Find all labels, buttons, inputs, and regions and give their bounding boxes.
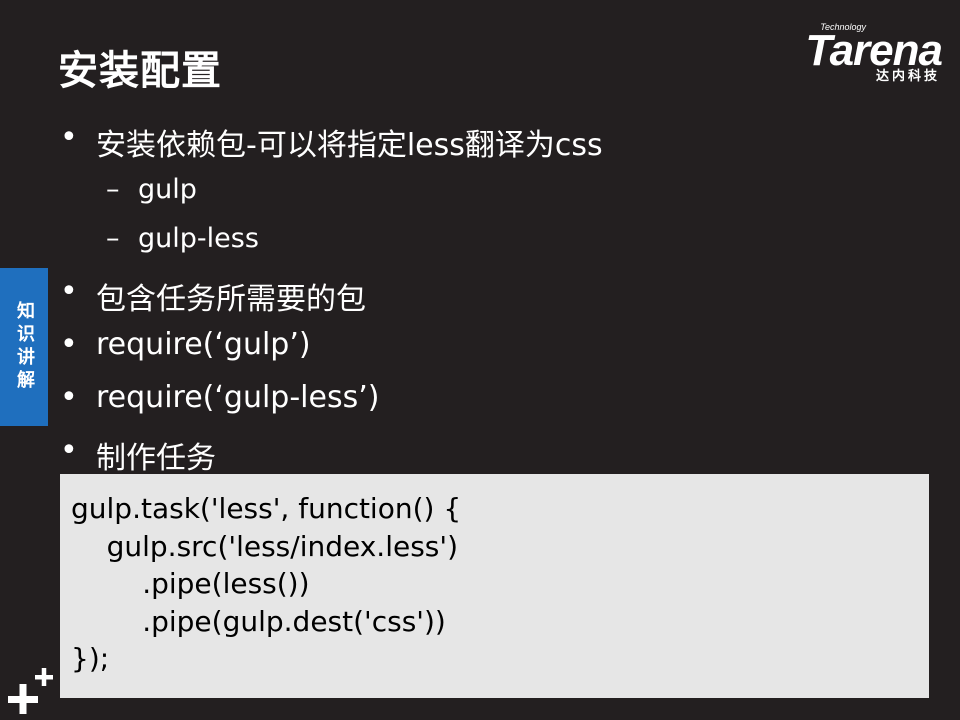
plus-plus-icon bbox=[8, 668, 53, 714]
bullet-text: 包含任务所需要的包 bbox=[96, 282, 366, 317]
slide-title: 安装配置 bbox=[58, 48, 222, 94]
bullet-text: 制作任务 bbox=[96, 441, 216, 476]
slide: 安装配置 Technology Tarena 达内科技 知识讲解 • 安装依赖包… bbox=[0, 0, 960, 720]
bullet-dot: • bbox=[60, 274, 78, 309]
logo-subtitle: 达内科技 bbox=[875, 69, 940, 84]
code-line: }); bbox=[71, 642, 110, 675]
code-block: gulp.task('less', function() { gulp.src(… bbox=[60, 474, 929, 698]
bullet-text: require(‘gulp-less’) bbox=[96, 380, 380, 415]
bullet-dot: • bbox=[60, 380, 78, 415]
sub-text: gulp-less bbox=[138, 223, 259, 254]
section-tab-label: 知识讲解 bbox=[14, 301, 35, 393]
bullet-dot: • bbox=[60, 433, 78, 468]
code-line: .pipe(gulp.dest('css')) bbox=[71, 604, 446, 638]
bullet-text: require(‘gulp’) bbox=[96, 327, 311, 362]
tarena-logo: Technology Tarena 达内科技 bbox=[772, 22, 943, 84]
code-line: gulp.task('less', function() { bbox=[71, 492, 462, 525]
code-line: gulp.src('less/index.less') bbox=[71, 529, 458, 563]
sub-dash: – bbox=[106, 223, 120, 254]
section-tab: 知识讲解 bbox=[0, 268, 48, 426]
bullet-dot: • bbox=[60, 120, 78, 155]
bullet-dot: • bbox=[60, 327, 78, 362]
sub-text: gulp bbox=[138, 174, 197, 205]
bullet-text: 安装依赖包-可以将指定less翻译为css bbox=[96, 128, 603, 163]
sub-dash: – bbox=[106, 174, 120, 205]
code-line: .pipe(less()) bbox=[71, 567, 310, 600]
